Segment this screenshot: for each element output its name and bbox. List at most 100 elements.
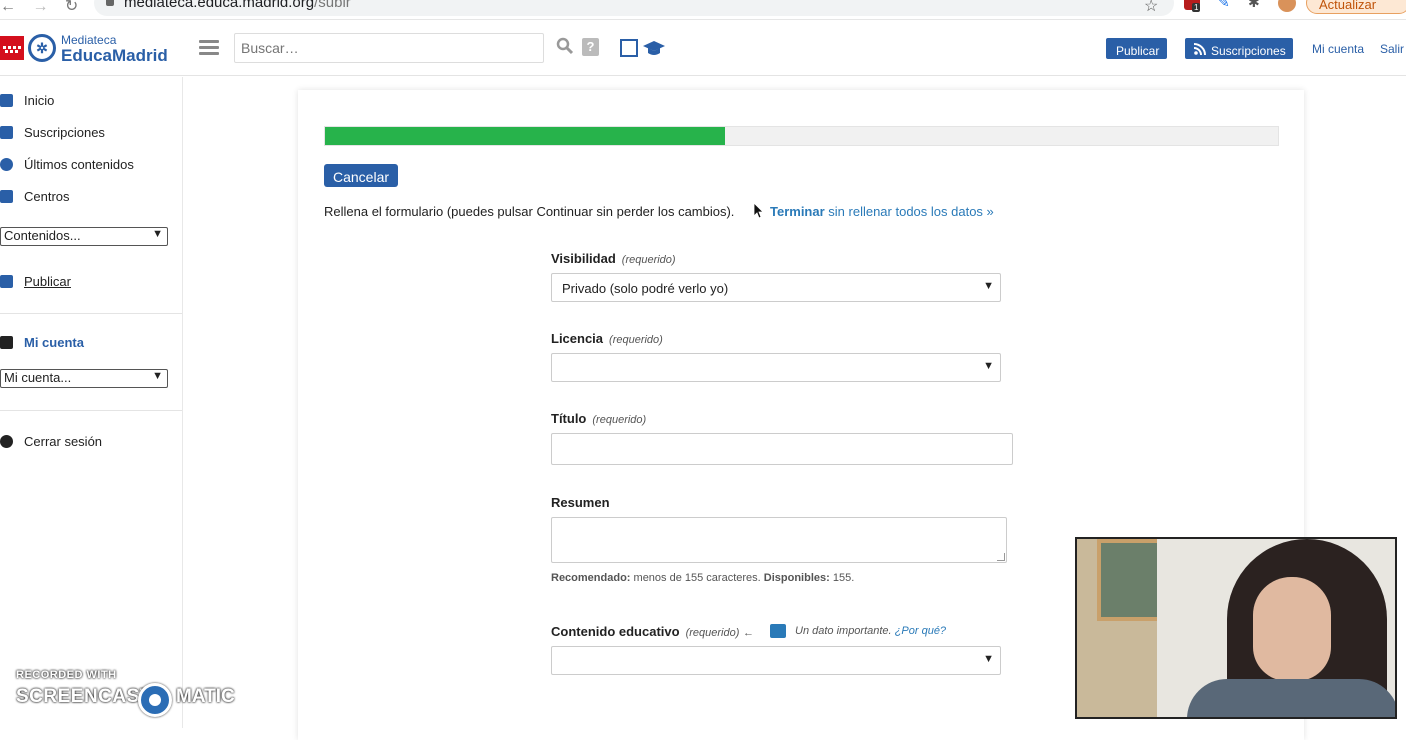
- clock-icon: [0, 158, 13, 171]
- required-tag: (requerido): [592, 414, 647, 426]
- chevron-down-icon: ▼: [983, 280, 994, 292]
- reload-icon[interactable]: ↻: [65, 0, 78, 15]
- edu-note: Un dato importante. ¿Por qué?: [795, 625, 946, 637]
- licencia-label-text: Licencia: [551, 331, 604, 346]
- visibilidad-label-text: Visibilidad: [551, 251, 616, 266]
- terminar-rest: sin rellenar todos los datos »: [824, 204, 994, 219]
- contenidos-select[interactable]: Contenidos... ▼: [0, 227, 168, 246]
- graduation-cap-icon: [770, 624, 786, 638]
- upload-progress-fill: [325, 127, 726, 145]
- mi-cuenta-select-value: Mi cuenta...: [4, 370, 72, 385]
- mi-cuenta-link[interactable]: Mi cuenta: [1312, 42, 1364, 56]
- pen-extension-icon[interactable]: ✎: [1218, 0, 1230, 11]
- hint-available: Disponibles:: [763, 572, 830, 584]
- contenidos-select-value: Contenidos...: [4, 228, 81, 243]
- sidebar-divider: [0, 313, 182, 314]
- browser-toolbar: ← → ↻ mediateca.educa.madrid.org/subir ☆…: [0, 0, 1406, 20]
- puzzle-icon[interactable]: ✱: [1248, 0, 1260, 11]
- forward-icon[interactable]: →: [32, 0, 48, 15]
- menu-icon[interactable]: [199, 40, 219, 56]
- graduation-cap-icon[interactable]: [643, 38, 665, 58]
- chevron-down-icon: ▼: [152, 370, 163, 382]
- upload-progress-bar: [324, 126, 1279, 146]
- profile-avatar[interactable]: [1278, 0, 1296, 12]
- resize-grip-icon[interactable]: [997, 553, 1005, 561]
- extension-badge: 1: [1192, 3, 1201, 12]
- sidebar-item-label: Centros: [24, 189, 70, 204]
- rss-icon: [1194, 43, 1206, 55]
- chevron-down-icon: ▼: [983, 360, 994, 372]
- hint-recommended: Recomendado:: [551, 572, 631, 584]
- rss-icon: [0, 126, 13, 139]
- visibilidad-label: Visibilidad (requerido): [551, 251, 676, 266]
- hint-text: menos de 155 caracteres.: [630, 572, 764, 584]
- visibilidad-select-value: Privado (solo podré verlo yo): [562, 281, 729, 296]
- educamadrid-logo-icon[interactable]: ✲: [28, 34, 56, 62]
- titulo-input[interactable]: [551, 433, 1013, 465]
- resumen-textarea[interactable]: [551, 517, 1007, 563]
- sidebar-item-label: Publicar: [24, 274, 71, 289]
- required-tag: (requerido): [609, 334, 663, 346]
- watermark-recorded: RECORDED WITH: [16, 669, 117, 681]
- suscripciones-button[interactable]: Suscripciones: [1185, 38, 1293, 59]
- titulo-label: Título (requerido): [551, 411, 646, 426]
- resumen-label: Resumen: [551, 495, 610, 510]
- site-header: ✲ Mediateca EducaMadrid ? Publicar Suscr…: [0, 20, 1406, 76]
- publicar-button[interactable]: Publicar: [1106, 38, 1167, 59]
- sidebar-item-label: Últimos contenidos: [24, 157, 134, 172]
- sidebar-divider: [0, 410, 182, 411]
- sidebar-item-label: Cerrar sesión: [24, 434, 103, 449]
- chevron-down-icon: ▼: [983, 653, 994, 665]
- webcam-person-sweater: [1187, 679, 1395, 717]
- contenido-educativo-select[interactable]: ▼: [551, 646, 1001, 675]
- sidebar-item-label: Suscripciones: [24, 125, 105, 140]
- back-icon[interactable]: ←: [0, 0, 16, 15]
- required-tag: (requerido): [621, 254, 676, 266]
- logo-small-text[interactable]: Mediateca: [61, 33, 116, 47]
- edu-note-text: Un dato importante.: [795, 625, 892, 637]
- left-arrow-icon: ←: [743, 627, 754, 639]
- watermark-brand: SCREENCAST: [16, 686, 152, 707]
- lock-icon: [106, 0, 114, 6]
- madrid-flag-icon: [0, 36, 24, 60]
- screencast-logo-icon: [138, 683, 172, 717]
- url-text[interactable]: mediateca.educa.madrid.org/subir: [124, 0, 351, 11]
- update-button[interactable]: Actualizar: [1306, 0, 1406, 14]
- salir-link[interactable]: Salir: [1380, 42, 1404, 56]
- logo-big-text[interactable]: EducaMadrid: [61, 46, 168, 66]
- por-que-link[interactable]: ¿Por qué?: [895, 625, 946, 637]
- visibilidad-select[interactable]: Privado (solo podré verlo yo) ▼: [551, 273, 1001, 302]
- watermark-matic: MATIC: [176, 686, 235, 707]
- titulo-label-text: Título: [551, 411, 587, 426]
- suscripciones-label: Suscripciones: [1211, 43, 1286, 58]
- mi-cuenta-select[interactable]: Mi cuenta... ▼: [0, 369, 168, 388]
- terminar-bold: Terminar: [770, 204, 825, 219]
- required-tag: (requerido): [685, 627, 740, 639]
- licencia-label: Licencia (requerido): [551, 331, 663, 346]
- cancel-button[interactable]: Cancelar: [324, 164, 398, 187]
- licencia-select[interactable]: ▼: [551, 353, 1001, 382]
- search-icon[interactable]: [556, 37, 574, 55]
- sidebar: Inicio Suscripciones Últimos contenidos …: [0, 77, 183, 728]
- user-icon: [0, 336, 13, 349]
- mouse-cursor-icon: [754, 203, 764, 219]
- contenido-educativo-label: Contenido educativo (requerido) ←: [551, 624, 754, 639]
- upload-icon: [0, 275, 13, 288]
- bookmark-star-icon[interactable]: ☆: [1144, 0, 1158, 16]
- home-icon: [0, 94, 13, 107]
- webcam-overlay: [1075, 537, 1397, 719]
- browser-nav: ← → ↻: [0, 0, 90, 16]
- edu-label-text: Contenido educativo: [551, 624, 680, 639]
- terminar-link[interactable]: Terminar sin rellenar todos los datos »: [770, 204, 994, 219]
- webcam-person-face: [1253, 577, 1331, 681]
- chevron-down-icon: ▼: [152, 228, 163, 240]
- instruction-text: Rellena el formulario (puedes pulsar Con…: [324, 204, 735, 219]
- logout-icon: [0, 435, 13, 448]
- search-input[interactable]: [234, 33, 544, 63]
- help-icon[interactable]: ?: [582, 38, 599, 56]
- building-icon: [0, 190, 13, 203]
- mi-cuenta-title[interactable]: Mi cuenta: [24, 335, 84, 350]
- checkbox-square-icon[interactable]: [620, 39, 638, 57]
- sidebar-item-label: Inicio: [24, 93, 55, 108]
- hint-count: 155.: [829, 572, 855, 584]
